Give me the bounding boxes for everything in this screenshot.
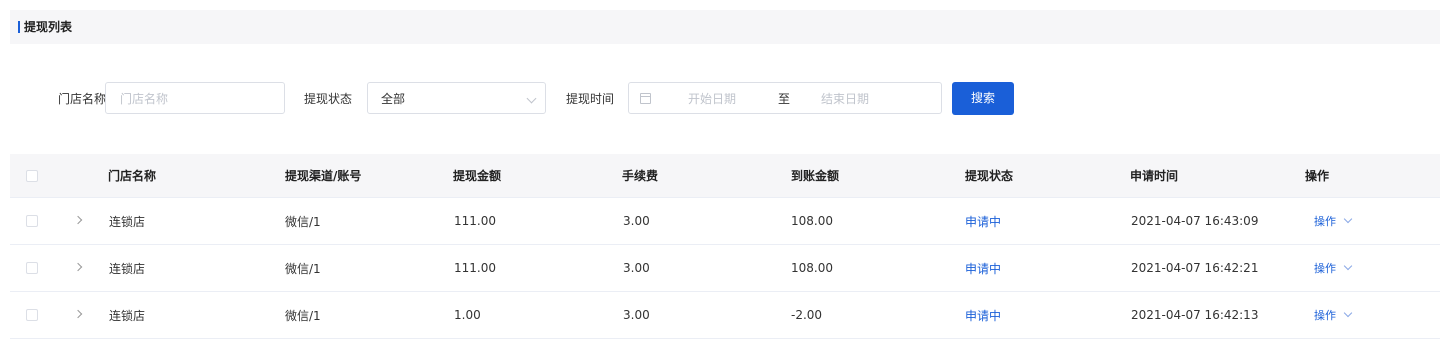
chevron-right-icon[interactable] <box>73 309 83 319</box>
chevron-down-icon <box>1343 214 1353 224</box>
select-all-checkbox[interactable] <box>26 170 38 182</box>
action-label: 操作 <box>1314 309 1336 322</box>
chevron-down-icon <box>1343 261 1353 271</box>
cell-fee: 3.00 <box>623 308 650 322</box>
store-name-placeholder: 门店名称 <box>120 92 169 106</box>
col-amount: 提现金额 <box>453 169 502 183</box>
cell-received: 108.00 <box>791 261 833 275</box>
cell-received: 108.00 <box>791 214 833 228</box>
col-store: 门店名称 <box>108 169 157 183</box>
col-received: 到账金额 <box>791 169 840 183</box>
cell-fee: 3.00 <box>623 261 650 275</box>
search-button[interactable]: 搜索 <box>952 82 1014 115</box>
table-row: 连锁店 微信/1 1.00 3.00 -2.00 申请中 2021-04-07 … <box>10 292 1440 339</box>
cell-channel: 微信/1 <box>285 214 321 229</box>
cell-status: 申请中 <box>965 214 1002 229</box>
store-name-input[interactable]: 门店名称 <box>105 82 285 114</box>
action-dropdown[interactable]: 操作 <box>1314 292 1353 338</box>
col-status: 提现状态 <box>965 169 1014 183</box>
cell-store: 连锁店 <box>109 261 146 276</box>
col-action: 操作 <box>1305 169 1330 183</box>
row-checkbox[interactable] <box>26 215 38 227</box>
cell-channel: 微信/1 <box>285 261 321 276</box>
col-channel: 提现渠道/账号 <box>285 169 362 183</box>
header-accent-bar <box>18 21 20 33</box>
row-checkbox[interactable] <box>26 309 38 321</box>
cell-store: 连锁店 <box>109 214 146 229</box>
cell-time: 2021-04-07 16:42:21 <box>1131 261 1259 275</box>
cell-fee: 3.00 <box>623 214 650 228</box>
table-row: 连锁店 微信/1 111.00 3.00 108.00 申请中 2021-04-… <box>10 198 1440 245</box>
cell-amount: 111.00 <box>454 214 496 228</box>
status-label: 提现状态 <box>304 92 353 106</box>
cell-store: 连锁店 <box>109 308 146 323</box>
cell-amount: 111.00 <box>454 261 496 275</box>
chevron-right-icon[interactable] <box>73 262 83 272</box>
action-dropdown[interactable]: 操作 <box>1314 245 1353 291</box>
end-date-input[interactable]: 结束日期 <box>821 91 869 107</box>
status-select[interactable]: 全部 <box>367 82 546 114</box>
row-checkbox[interactable] <box>26 262 38 274</box>
cell-status: 申请中 <box>965 261 1002 276</box>
table-row: 连锁店 微信/1 111.00 3.00 108.00 申请中 2021-04-… <box>10 245 1440 292</box>
calendar-icon <box>640 93 651 104</box>
cell-amount: 1.00 <box>454 308 481 322</box>
cell-channel: 微信/1 <box>285 308 321 323</box>
chevron-right-icon[interactable] <box>73 215 83 225</box>
date-range-picker[interactable]: 开始日期 至 结束日期 <box>628 82 942 114</box>
page-title: 提现列表 <box>24 20 73 34</box>
cell-time: 2021-04-07 16:43:09 <box>1131 214 1259 228</box>
time-label: 提现时间 <box>566 92 615 106</box>
col-time: 申请时间 <box>1130 169 1179 183</box>
chevron-down-icon <box>1343 308 1353 318</box>
action-label: 操作 <box>1314 215 1336 228</box>
status-select-value: 全部 <box>381 92 406 106</box>
action-dropdown[interactable]: 操作 <box>1314 198 1353 244</box>
cell-time: 2021-04-07 16:42:13 <box>1131 308 1259 322</box>
withdrawal-table: 门店名称 提现渠道/账号 提现金额 手续费 到账金额 提现状态 申请时间 操作 … <box>10 154 1440 339</box>
date-separator: 至 <box>778 92 791 106</box>
table-header: 门店名称 提现渠道/账号 提现金额 手续费 到账金额 提现状态 申请时间 操作 <box>10 154 1440 198</box>
start-date-input[interactable]: 开始日期 <box>688 91 736 107</box>
action-label: 操作 <box>1314 262 1336 275</box>
col-fee: 手续费 <box>622 169 659 183</box>
store-name-label: 门店名称 <box>58 92 107 106</box>
section-header: 提现列表 <box>10 10 1440 44</box>
chevron-down-icon <box>526 93 537 104</box>
cell-received: -2.00 <box>791 308 823 322</box>
cell-status: 申请中 <box>965 308 1002 323</box>
